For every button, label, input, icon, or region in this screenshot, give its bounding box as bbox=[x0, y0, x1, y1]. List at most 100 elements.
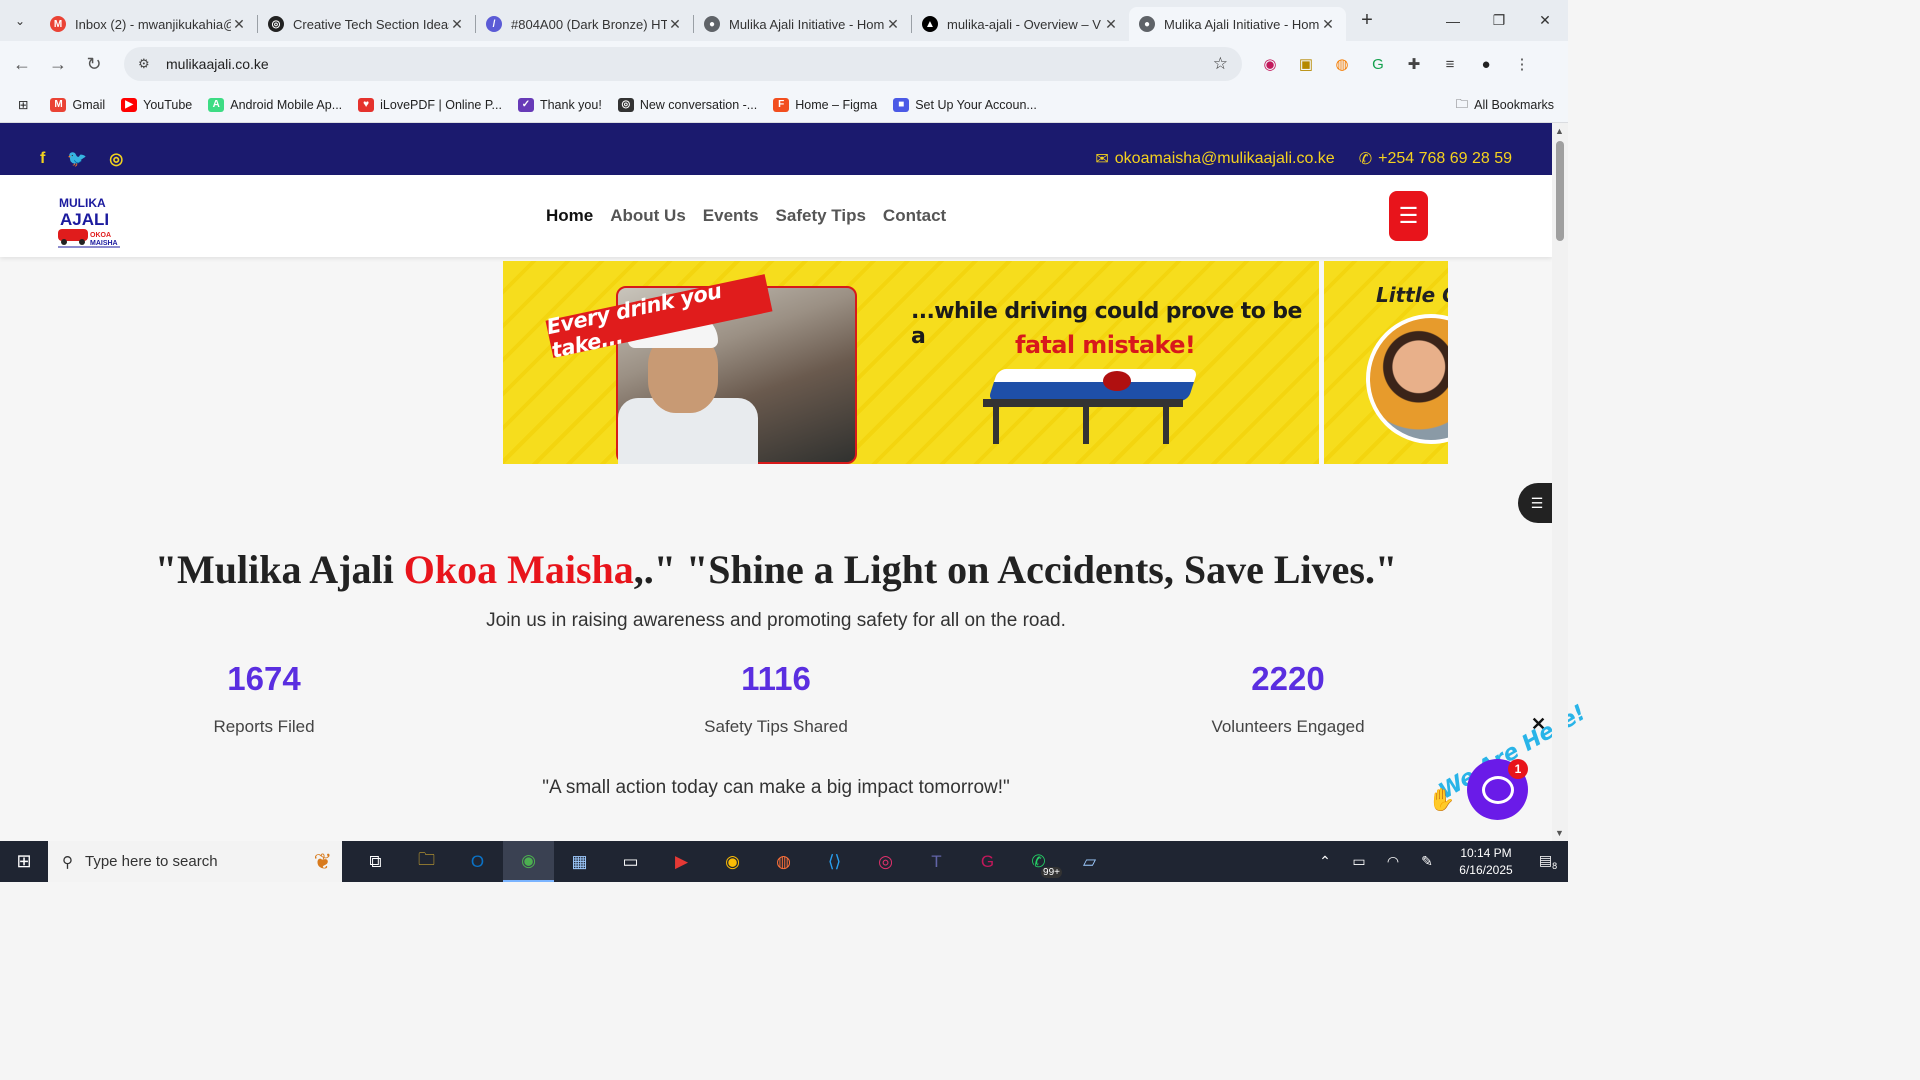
whatsapp-icon[interactable]: ✆ 99+ bbox=[1013, 841, 1064, 882]
envelope-icon: ✉ bbox=[1095, 151, 1109, 168]
back-icon[interactable]: ← bbox=[4, 54, 40, 75]
chatgpt-icon: ◎ bbox=[617, 97, 634, 112]
profile-avatar-icon[interactable]: ● bbox=[1468, 56, 1504, 73]
social-links: f 🐦 ◎ bbox=[40, 149, 123, 169]
calculator-icon[interactable]: ▦ bbox=[554, 841, 605, 882]
restore-icon[interactable]: ❐ bbox=[1476, 0, 1522, 41]
pdf-app-icon[interactable]: G bbox=[962, 841, 1013, 882]
email-link[interactable]: ✉ okoamaisha@mulikaajali.co.ke bbox=[1095, 149, 1334, 169]
vercel-icon: ▲ bbox=[922, 16, 938, 32]
hamburger-menu-button[interactable]: ☰ bbox=[1389, 191, 1428, 241]
notifications-icon[interactable]: ▤8 bbox=[1528, 852, 1568, 871]
chrome-icon[interactable]: ◉ bbox=[503, 841, 554, 882]
tab-search-icon[interactable]: ⌄ bbox=[0, 0, 40, 41]
close-icon[interactable]: ✕ bbox=[667, 16, 683, 33]
clock[interactable]: 10:14 PM 6/16/2025 bbox=[1444, 845, 1528, 879]
tab-mulika-ajali-active[interactable]: ● Mulika Ajali Initiative - Hom ✕ bbox=[1129, 7, 1346, 41]
nav-safety-tips[interactable]: Safety Tips bbox=[776, 206, 866, 226]
battery-icon[interactable]: ▭ bbox=[1342, 853, 1376, 870]
svg-text:OKOA: OKOA bbox=[90, 232, 111, 239]
media-app-icon[interactable]: ▶ bbox=[656, 841, 707, 882]
outlook-icon[interactable]: O bbox=[452, 841, 503, 882]
folder-icon: 🗀 bbox=[1455, 96, 1469, 111]
nav-about-us[interactable]: About Us bbox=[610, 206, 686, 226]
tab-mulika-ajali-1[interactable]: ● Mulika Ajali Initiative - Hom ✕ bbox=[694, 7, 911, 41]
wifi-icon[interactable]: ◠ bbox=[1376, 853, 1410, 870]
waving-hand-icon: ✋ bbox=[1428, 787, 1456, 812]
puzzle-extensions-icon[interactable]: ✚ bbox=[1396, 55, 1432, 73]
more-menu-icon[interactable]: ⋮ bbox=[1504, 55, 1540, 73]
bookmark-ilovepdf[interactable]: ♥ iLovePDF | Online P... bbox=[358, 97, 502, 112]
pen-icon[interactable]: ✎ bbox=[1410, 853, 1444, 870]
close-window-icon[interactable]: ✕ bbox=[1522, 0, 1568, 41]
close-icon[interactable]: ✕ bbox=[449, 16, 465, 33]
all-bookmarks-button[interactable]: 🗀 All Bookmarks bbox=[1456, 87, 1554, 123]
facebook-icon[interactable]: f bbox=[40, 150, 45, 168]
terminal-icon[interactable]: ▭ bbox=[605, 841, 656, 882]
windows-start-icon[interactable]: ⊞ bbox=[0, 841, 48, 882]
hero-banner-carousel[interactable]: Every drink you take... ...while driving… bbox=[503, 261, 1448, 464]
media-controls-icon[interactable]: ≡ bbox=[1432, 56, 1468, 73]
page-scrollbar[interactable]: ▲ ▼ bbox=[1552, 123, 1568, 841]
scroll-down-icon[interactable]: ▼ bbox=[1555, 828, 1564, 838]
teams-icon[interactable]: T bbox=[911, 841, 962, 882]
wallet-extension-icon[interactable]: ▣ bbox=[1288, 55, 1324, 73]
nav-contact[interactable]: Contact bbox=[883, 206, 946, 226]
instagram-app-icon[interactable]: ◎ bbox=[860, 841, 911, 882]
nav-events[interactable]: Events bbox=[703, 206, 759, 226]
scrollbar-thumb[interactable] bbox=[1556, 141, 1564, 241]
chrome-alt-icon[interactable]: ◉ bbox=[707, 841, 758, 882]
woman-on-phone-photo bbox=[1366, 314, 1448, 444]
nav-home[interactable]: Home bbox=[546, 206, 593, 226]
tab-creative-tech[interactable]: ◎ Creative Tech Section Ideas ✕ bbox=[258, 7, 475, 41]
tab-vercel[interactable]: ▲ mulika-ajali - Overview – V ✕ bbox=[912, 7, 1129, 41]
close-icon[interactable]: ✕ bbox=[231, 16, 247, 33]
tab-gmail[interactable]: M Inbox (2) - mwanjikukahia@ ✕ bbox=[40, 7, 257, 41]
bookmark-star-icon[interactable]: ☆ bbox=[1213, 54, 1228, 74]
grammarly-icon[interactable]: G bbox=[1360, 56, 1396, 73]
reload-icon[interactable]: ↻ bbox=[76, 54, 112, 75]
gmail-icon: M bbox=[50, 97, 67, 112]
openai-icon: ◎ bbox=[268, 16, 284, 32]
firefox-icon[interactable]: ◍ bbox=[758, 841, 809, 882]
bookmark-new-conversation[interactable]: ◎ New conversation -... bbox=[617, 97, 757, 112]
tab-dark-bronze[interactable]: / #804A00 (Dark Bronze) HTML ✕ bbox=[476, 7, 693, 41]
site-info-icon[interactable]: ⚙ bbox=[138, 56, 158, 72]
broadcast-extension-icon[interactable]: ◉ bbox=[1252, 55, 1288, 73]
apps-grid-icon[interactable]: ⊞ bbox=[18, 97, 28, 112]
bookmark-setup-account[interactable]: ■ Set Up Your Accoun... bbox=[893, 97, 1037, 112]
bookmark-android[interactable]: A Android Mobile Ap... bbox=[208, 97, 342, 112]
side-toggle-icon[interactable]: ☰ bbox=[1518, 483, 1552, 523]
scroll-up-icon[interactable]: ▲ bbox=[1555, 126, 1564, 136]
twitter-icon[interactable]: 🐦 bbox=[67, 149, 87, 169]
phone-link[interactable]: ✆ +254 768 69 28 59 bbox=[1359, 149, 1512, 169]
website-viewport: f 🐦 ◎ ✉ okoamaisha@mulikaajali.co.ke ✆ +25… bbox=[0, 123, 1552, 841]
headline-part-1: "Mulika Ajali bbox=[154, 547, 404, 592]
minimize-icon[interactable]: — bbox=[1430, 0, 1476, 41]
vscode-icon[interactable]: ⟨⟩ bbox=[809, 841, 860, 882]
bookmark-gmail[interactable]: M Gmail bbox=[50, 97, 105, 112]
url-text[interactable]: mulikaajali.co.ke bbox=[166, 56, 269, 72]
url-bar[interactable]: ⚙ mulikaajali.co.ke ☆ bbox=[124, 47, 1242, 81]
site-logo[interactable]: MULIKA AJALI OKOA MAISHA bbox=[50, 185, 122, 249]
close-icon[interactable]: ✕ bbox=[885, 16, 901, 33]
stat-label: Safety Tips Shared bbox=[704, 717, 848, 736]
orange-extension-icon[interactable]: ◍ bbox=[1324, 55, 1360, 73]
bookmark-thank-you[interactable]: ✓ Thank you! bbox=[517, 97, 602, 112]
bookmark-youtube[interactable]: ▶ YouTube bbox=[121, 97, 192, 112]
gmail-icon: M bbox=[50, 16, 66, 32]
notepad-icon[interactable]: ▱ bbox=[1064, 841, 1115, 882]
close-icon[interactable]: ✕ bbox=[1320, 16, 1336, 33]
new-tab-button[interactable]: + bbox=[1352, 9, 1382, 32]
close-icon[interactable]: ✕ bbox=[1103, 16, 1119, 33]
file-explorer-icon[interactable]: 🗀 bbox=[401, 841, 452, 882]
task-view-icon[interactable]: ⧉ bbox=[350, 841, 401, 882]
instagram-icon[interactable]: ◎ bbox=[109, 149, 123, 169]
svg-text:AJALI: AJALI bbox=[60, 210, 109, 229]
chevron-up-icon[interactable]: ⌃ bbox=[1308, 853, 1342, 870]
taskbar-search-box[interactable]: ⚲ Type here to search ❦ bbox=[48, 841, 342, 882]
slide2-title: Little Cl bbox=[1376, 283, 1448, 307]
bookmark-figma[interactable]: F Home – Figma bbox=[773, 97, 877, 112]
forward-icon[interactable]: → bbox=[40, 54, 76, 75]
svg-text:MULIKA: MULIKA bbox=[59, 196, 106, 210]
